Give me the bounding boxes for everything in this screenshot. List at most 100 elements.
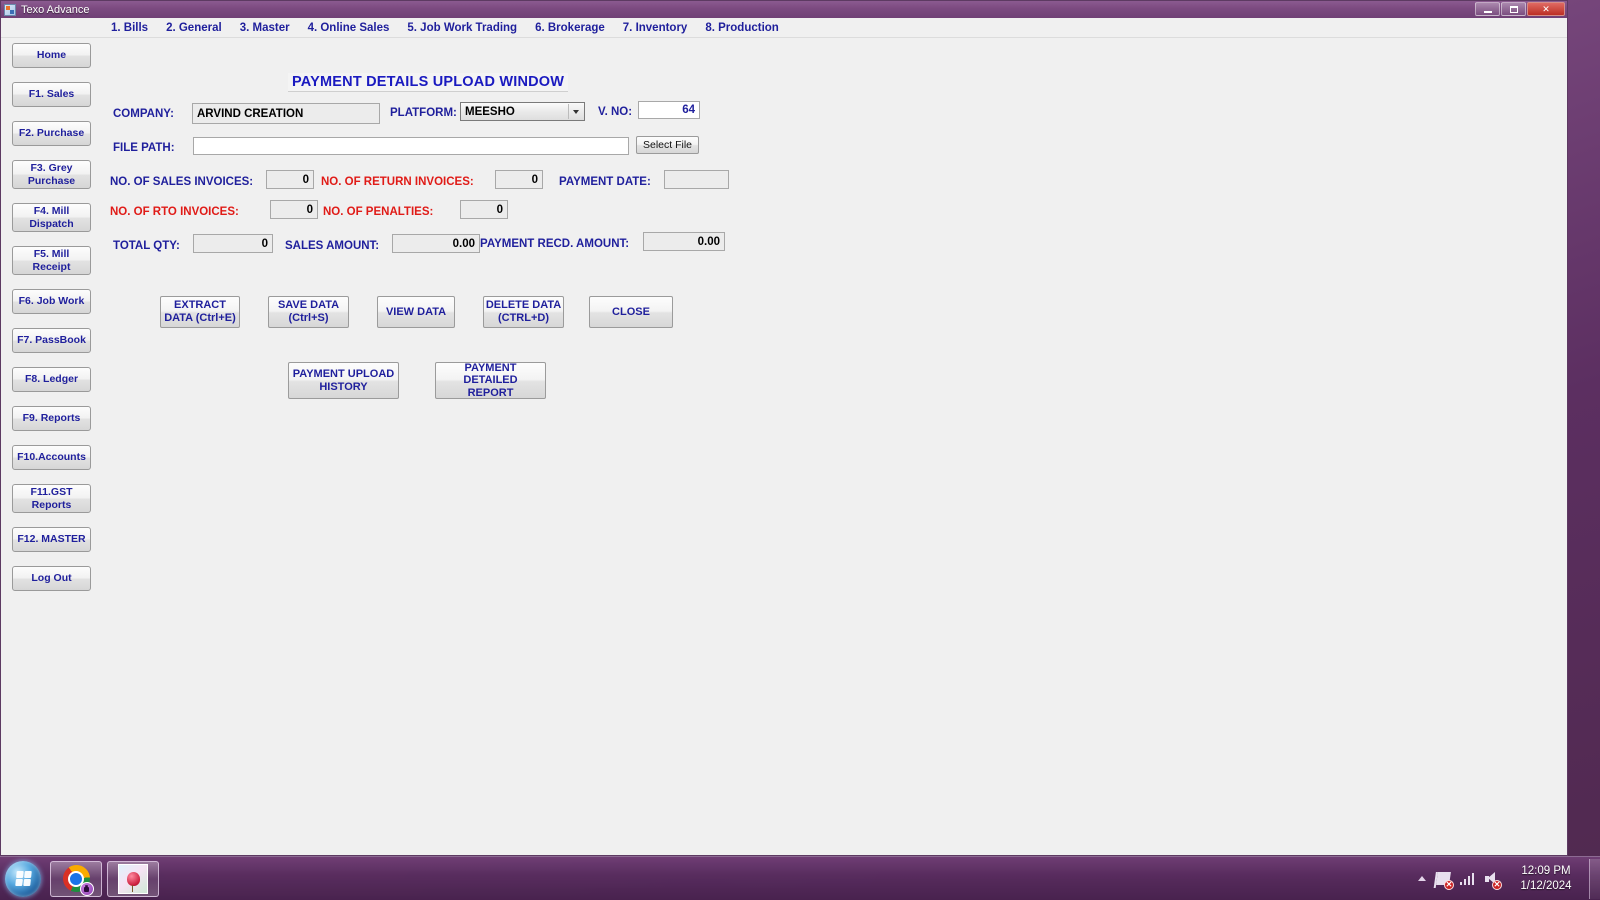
menu-item-bills[interactable]: 1. Bills (102, 22, 157, 34)
sidebar-item-f5-mill-receipt[interactable]: F5. Mill Receipt (12, 246, 91, 275)
view-data-button[interactable]: VIEW DATA (377, 296, 455, 328)
total-qty-field[interactable]: 0 (193, 234, 273, 253)
sidebar-item-home[interactable]: Home (12, 43, 91, 68)
form-client-area: PAYMENT DETAILS UPLOAD WINDOW COMPANY: A… (102, 38, 1567, 855)
minimize-icon (1483, 10, 1492, 13)
no-of-sales-invoices-field[interactable]: 0 (266, 170, 314, 189)
sidebar-item-f12-master[interactable]: F12. MASTER (12, 527, 91, 552)
extract-data-line1: EXTRACT (174, 299, 226, 312)
sidebar-item-f7-passbook[interactable]: F7. PassBook (12, 328, 91, 353)
app-icon (4, 3, 16, 16)
window-controls: ✕ (1475, 2, 1565, 16)
sidebar-item-f10-accounts[interactable]: F10.Accounts (12, 445, 91, 470)
maximize-button[interactable] (1501, 2, 1526, 16)
minimize-button[interactable] (1475, 2, 1500, 16)
taskbar: ✕ ✕ 12:09 PM 1/12/2024 (0, 856, 1600, 900)
sidebar-item-f11-gst-reports[interactable]: F11.GST Reports (12, 484, 91, 513)
maximize-icon (1509, 5, 1518, 13)
v-no-field[interactable]: 64 (638, 101, 700, 119)
volume-muted-badge-icon: ✕ (1492, 879, 1502, 890)
balloon-icon (126, 871, 140, 892)
no-of-return-invoices-field[interactable]: 0 (495, 170, 543, 189)
menu-item-production[interactable]: 8. Production (696, 22, 787, 34)
left-sidebar: Home F1. Sales F2. Purchase F3. Grey Pur… (1, 38, 102, 855)
menu-item-online-sales[interactable]: 4. Online Sales (299, 22, 399, 34)
menu-item-general[interactable]: 2. General (157, 22, 231, 34)
system-tray: ✕ ✕ 12:09 PM 1/12/2024 (1413, 858, 1600, 899)
error-badge-icon: ✕ (1444, 879, 1454, 890)
network-status-icon[interactable]: ✕ (1432, 866, 1454, 892)
lock-badge-icon (79, 882, 94, 896)
sidebar-item-f1-sales[interactable]: F1. Sales (12, 82, 91, 107)
clock-time: 12:09 PM (1521, 864, 1571, 877)
sidebar-item-f3-grey-purchase[interactable]: F3. Grey Purchase (12, 160, 91, 189)
company-label: COMPANY: (113, 108, 174, 120)
sidebar-item-log-out[interactable]: Log Out (12, 566, 91, 591)
payment-detailed-report-button[interactable]: PAYMENT DETAILED REPORT (435, 362, 546, 399)
main-menu-bar: 1. Bills 2. General 3. Master 4. Online … (1, 18, 1567, 38)
sidebar-item-f8-ledger[interactable]: F8. Ledger (12, 367, 91, 392)
no-of-rto-invoices-field[interactable]: 0 (270, 200, 318, 219)
delete-data-line2: (CTRL+D) (497, 312, 550, 324)
save-data-button[interactable]: SAVE DATA (Ctrl+S) (268, 296, 349, 328)
sales-amount-field[interactable]: 0.00 (392, 234, 480, 253)
extract-data-button[interactable]: EXTRACT DATA (Ctrl+E) (160, 296, 240, 328)
taskbar-item-chrome[interactable] (50, 860, 102, 897)
menu-item-brokerage[interactable]: 6. Brokerage (526, 22, 614, 34)
extract-data-line2: DATA (Ctrl+E) (164, 312, 236, 324)
window-body: Home F1. Sales F2. Purchase F3. Grey Pur… (1, 38, 1567, 855)
sidebar-item-f6-job-work[interactable]: F6. Job Work (12, 289, 91, 314)
sidebar-item-f4-mill-dispatch[interactable]: F4. Mill Dispatch (12, 203, 91, 232)
no-of-penalties-field[interactable]: 0 (460, 200, 508, 219)
payment-recd-amount-label: PAYMENT RECD. AMOUNT: (480, 238, 630, 250)
payment-upload-history-line2: HISTORY (319, 380, 368, 393)
show-desktop-button[interactable] (1589, 858, 1600, 899)
save-data-line1: SAVE DATA (277, 299, 340, 312)
title-bar: Texo Advance ✕ (1, 1, 1567, 18)
signal-strength-icon[interactable] (1456, 866, 1478, 892)
payment-date-label: PAYMENT DATE: (559, 176, 651, 188)
show-hidden-icons-button[interactable] (1413, 876, 1431, 881)
application-window: Texo Advance ✕ 1. Bills 2. General 3. Ma… (0, 0, 1568, 856)
payment-upload-history-button[interactable]: PAYMENT UPLOAD HISTORY (288, 362, 399, 399)
menu-item-master[interactable]: 3. Master (231, 22, 299, 34)
file-path-label: FILE PATH: (113, 142, 175, 154)
file-path-input[interactable] (193, 137, 629, 155)
payment-detailed-report-line2: REPORT (467, 386, 514, 399)
clock[interactable]: 12:09 PM 1/12/2024 (1503, 864, 1589, 894)
company-field[interactable]: ARVIND CREATION (192, 103, 380, 124)
clock-date: 1/12/2024 (1520, 879, 1572, 892)
platform-label: PLATFORM: (390, 107, 457, 119)
total-qty-label: TOTAL QTY: (113, 240, 180, 252)
chevron-up-icon (1418, 876, 1426, 881)
sales-amount-label: SALES AMOUNT: (285, 240, 380, 252)
payment-recd-amount-field[interactable]: 0.00 (643, 232, 725, 251)
window-title: Texo Advance (21, 3, 90, 16)
chrome-icon (62, 865, 94, 896)
menu-item-job-work-trading[interactable]: 5. Job Work Trading (398, 22, 526, 34)
payment-date-field[interactable] (664, 170, 729, 189)
no-of-sales-invoices-label: NO. OF SALES INVOICES: (110, 176, 254, 188)
app2-icon (118, 863, 148, 894)
taskbar-item-app2[interactable] (107, 860, 159, 897)
no-of-rto-invoices-label: NO. OF RTO INVOICES: (110, 206, 239, 218)
volume-icon[interactable]: ✕ (1480, 866, 1502, 892)
close-button-form[interactable]: CLOSE (589, 296, 673, 328)
close-button[interactable]: ✕ (1527, 2, 1565, 16)
no-of-return-invoices-label: NO. OF RETURN INVOICES: (321, 176, 474, 188)
payment-detailed-report-line1: PAYMENT DETAILED (463, 361, 518, 387)
sidebar-item-f2-purchase[interactable]: F2. Purchase (12, 121, 91, 146)
chevron-down-icon[interactable] (568, 104, 583, 119)
sidebar-item-f9-reports[interactable]: F9. Reports (12, 406, 91, 431)
delete-data-button[interactable]: DELETE DATA (CTRL+D) (483, 296, 564, 328)
no-of-penalties-label: NO. OF PENALTIES: (323, 206, 434, 218)
platform-select[interactable]: MEESHO (460, 102, 585, 121)
save-data-line2: (Ctrl+S) (288, 312, 329, 324)
start-button[interactable] (1, 859, 45, 899)
signal-bars-icon (1459, 872, 1475, 885)
windows-logo-icon (5, 860, 41, 897)
select-file-button[interactable]: Select File (636, 136, 699, 154)
close-icon: ✕ (1542, 3, 1550, 14)
menu-item-inventory[interactable]: 7. Inventory (614, 22, 697, 34)
v-no-label: V. NO: (598, 106, 633, 118)
